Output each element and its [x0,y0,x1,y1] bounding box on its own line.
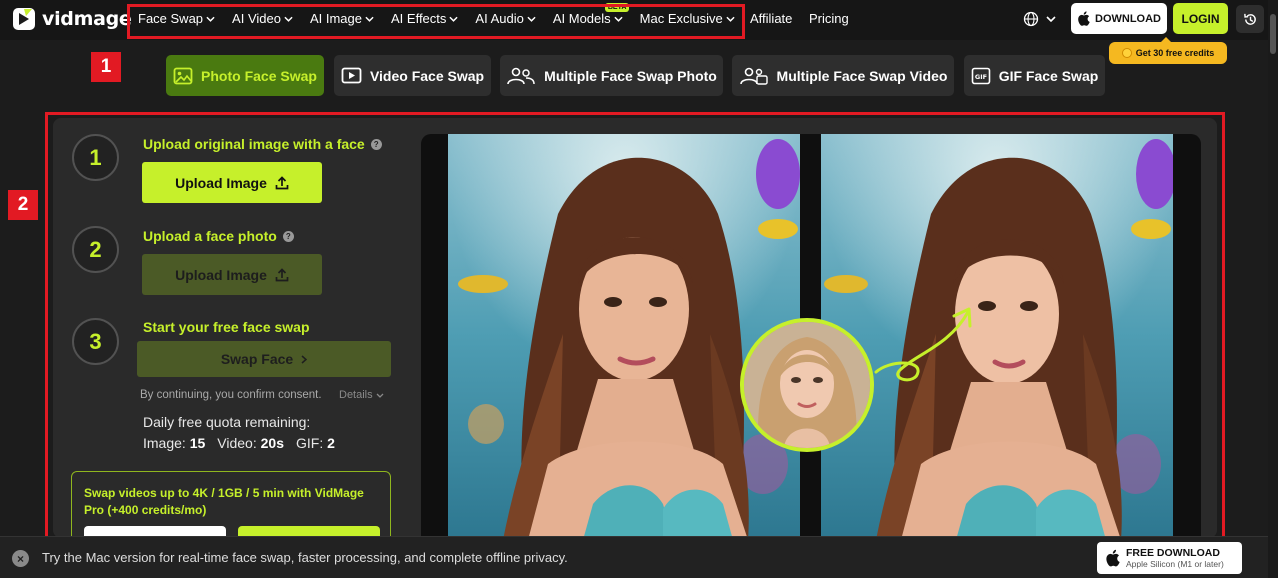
annotation-box-2 [45,112,1225,540]
login-label: LOGIN [1181,11,1220,26]
annotation-label-1: 1 [91,52,121,82]
chevron-down-icon[interactable] [1046,16,1056,22]
annotation-label-2: 2 [8,190,38,220]
free-download-title: FREE DOWNLOAD [1126,547,1220,559]
credits-label: Get 30 free credits [1135,48,1215,58]
close-icon[interactable]: × [12,550,29,567]
logo-icon [13,8,35,30]
history-button[interactable] [1236,5,1264,33]
tab-video-face-swap[interactable]: Video Face Swap [334,55,491,96]
page-scrollbar[interactable] [1268,0,1278,578]
nav-affiliate[interactable]: Affiliate [750,11,792,26]
apple-icon [1106,549,1120,567]
apple-icon [1078,11,1090,26]
brand-name: vidmage [42,8,132,30]
free-download-text: FREE DOWNLOAD Apple Silicon (M1 or later… [1126,547,1224,569]
multiple-faces-video-icon [739,67,768,85]
brand-logo[interactable]: vidmage [12,7,132,31]
free-credits-badge[interactable]: Get 30 free credits [1109,37,1227,64]
tab-multiple-face-swap-photo-label: Multiple Face Swap Photo [544,67,717,84]
login-button[interactable]: LOGIN [1173,3,1228,34]
tab-photo-face-swap[interactable]: Photo Face Swap [166,55,324,96]
free-download-button[interactable]: FREE DOWNLOAD Apple Silicon (M1 or later… [1097,542,1242,574]
free-download-subtitle: Apple Silicon (M1 or later) [1126,559,1224,569]
photo-icon [173,67,193,84]
tab-video-face-swap-label: Video Face Swap [369,67,485,84]
annotation-box-1 [127,4,745,39]
nav-pricing[interactable]: Pricing [809,11,849,26]
download-button[interactable]: DOWNLOAD [1071,3,1167,34]
mac-promo-text: Try the Mac version for real-time face s… [42,550,568,565]
tab-gif-face-swap-label: GIF Face Swap [998,67,1099,84]
download-label: DOWNLOAD [1095,12,1161,25]
globe-icon[interactable] [1023,11,1039,27]
tab-multiple-face-swap-video[interactable]: Multiple Face Swap Video [732,55,954,96]
tab-gif-face-swap[interactable]: GIF GIF Face Swap [964,55,1105,96]
video-icon [341,67,362,84]
tab-photo-face-swap-label: Photo Face Swap [201,67,317,84]
mac-promo-bar: × Try the Mac version for real-time face… [0,536,1278,578]
coin-icon [1121,48,1132,58]
scroll-thumb[interactable] [1270,14,1276,54]
svg-text:GIF: GIF [975,73,987,81]
tab-multiple-face-swap-photo[interactable]: Multiple Face Swap Photo [500,55,723,96]
tab-multiple-face-swap-video-label: Multiple Face Swap Video [776,67,948,84]
gif-icon: GIF [971,67,991,84]
multiple-faces-icon [507,67,535,84]
history-icon [1243,13,1256,25]
